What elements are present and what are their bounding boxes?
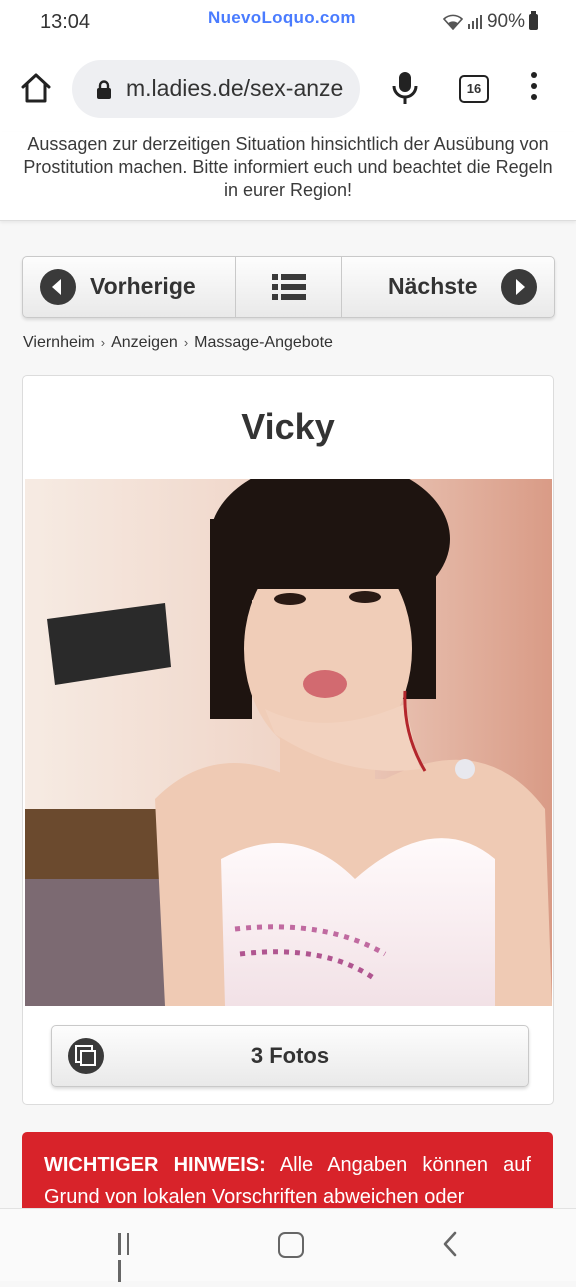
covid-notice: Aussagen zur derzeitigen Situation hinsi… bbox=[0, 132, 576, 221]
next-label: Nächste bbox=[388, 273, 478, 299]
breadcrumb-viernheim[interactable]: Viernheim bbox=[23, 334, 95, 351]
warning-text: WICHTIGER HINWEIS: Alle Angaben können a… bbox=[22, 1132, 553, 1213]
battery-icon bbox=[529, 11, 538, 30]
photos-button[interactable]: 3 Fotos bbox=[51, 1025, 529, 1087]
notice-text: Aussagen zur derzeitigen Situation hinsi… bbox=[23, 134, 553, 200]
breadcrumb: Viernheim › Anzeigen › Massage-Angebote bbox=[23, 334, 333, 352]
status-indicators: 90% bbox=[442, 11, 538, 33]
lock-icon bbox=[97, 80, 111, 99]
ad-title: Vicky bbox=[241, 406, 335, 447]
tabs-icon[interactable]: 16 bbox=[459, 75, 489, 103]
watermark: NuevoLoquo.com bbox=[208, 8, 356, 27]
home-icon[interactable] bbox=[18, 70, 54, 106]
list-icon bbox=[272, 274, 306, 300]
address-bar[interactable]: m.ladies.de/sex-anze bbox=[72, 60, 360, 118]
breadcrumb-separator: › bbox=[100, 335, 106, 350]
status-time: 13:04 bbox=[40, 11, 91, 33]
battery-level: 90% bbox=[486, 11, 525, 32]
system-navigation-bar bbox=[0, 1208, 576, 1282]
home-button-icon[interactable] bbox=[278, 1232, 304, 1258]
previous-label: Vorherige bbox=[90, 273, 196, 299]
status-bar: 13:04 NuevoLoquo.com 90% bbox=[0, 0, 576, 48]
chevron-left-icon bbox=[40, 269, 76, 305]
mic-icon[interactable] bbox=[390, 68, 420, 108]
previous-button[interactable]: Vorherige bbox=[23, 257, 236, 317]
back-icon[interactable] bbox=[440, 1229, 460, 1259]
ad-card: Vicky 3 Fotos bbox=[22, 375, 554, 1105]
ad-navigation: Vorherige Nächste bbox=[22, 256, 555, 318]
ad-photo[interactable] bbox=[25, 479, 552, 1006]
recent-apps-icon[interactable] bbox=[118, 1233, 142, 1282]
list-button[interactable] bbox=[236, 257, 342, 317]
url-text: m.ladies.de/sex-anze bbox=[126, 75, 344, 101]
breadcrumb-separator: › bbox=[183, 335, 189, 350]
more-vert-icon[interactable] bbox=[526, 72, 542, 106]
photos-label: 3 Fotos bbox=[250, 1043, 330, 1068]
breadcrumb-anzeigen[interactable]: Anzeigen bbox=[111, 334, 178, 351]
wifi-icon bbox=[442, 14, 463, 30]
breadcrumb-massage-angebote[interactable]: Massage-Angebote bbox=[194, 334, 333, 351]
browser-toolbar: m.ladies.de/sex-anze 16 bbox=[0, 48, 576, 133]
next-button[interactable]: Nächste bbox=[342, 257, 554, 317]
signal-icon bbox=[467, 15, 482, 29]
chevron-right-icon bbox=[501, 269, 537, 305]
warning-heading: WICHTIGER HINWEIS: bbox=[44, 1154, 266, 1176]
